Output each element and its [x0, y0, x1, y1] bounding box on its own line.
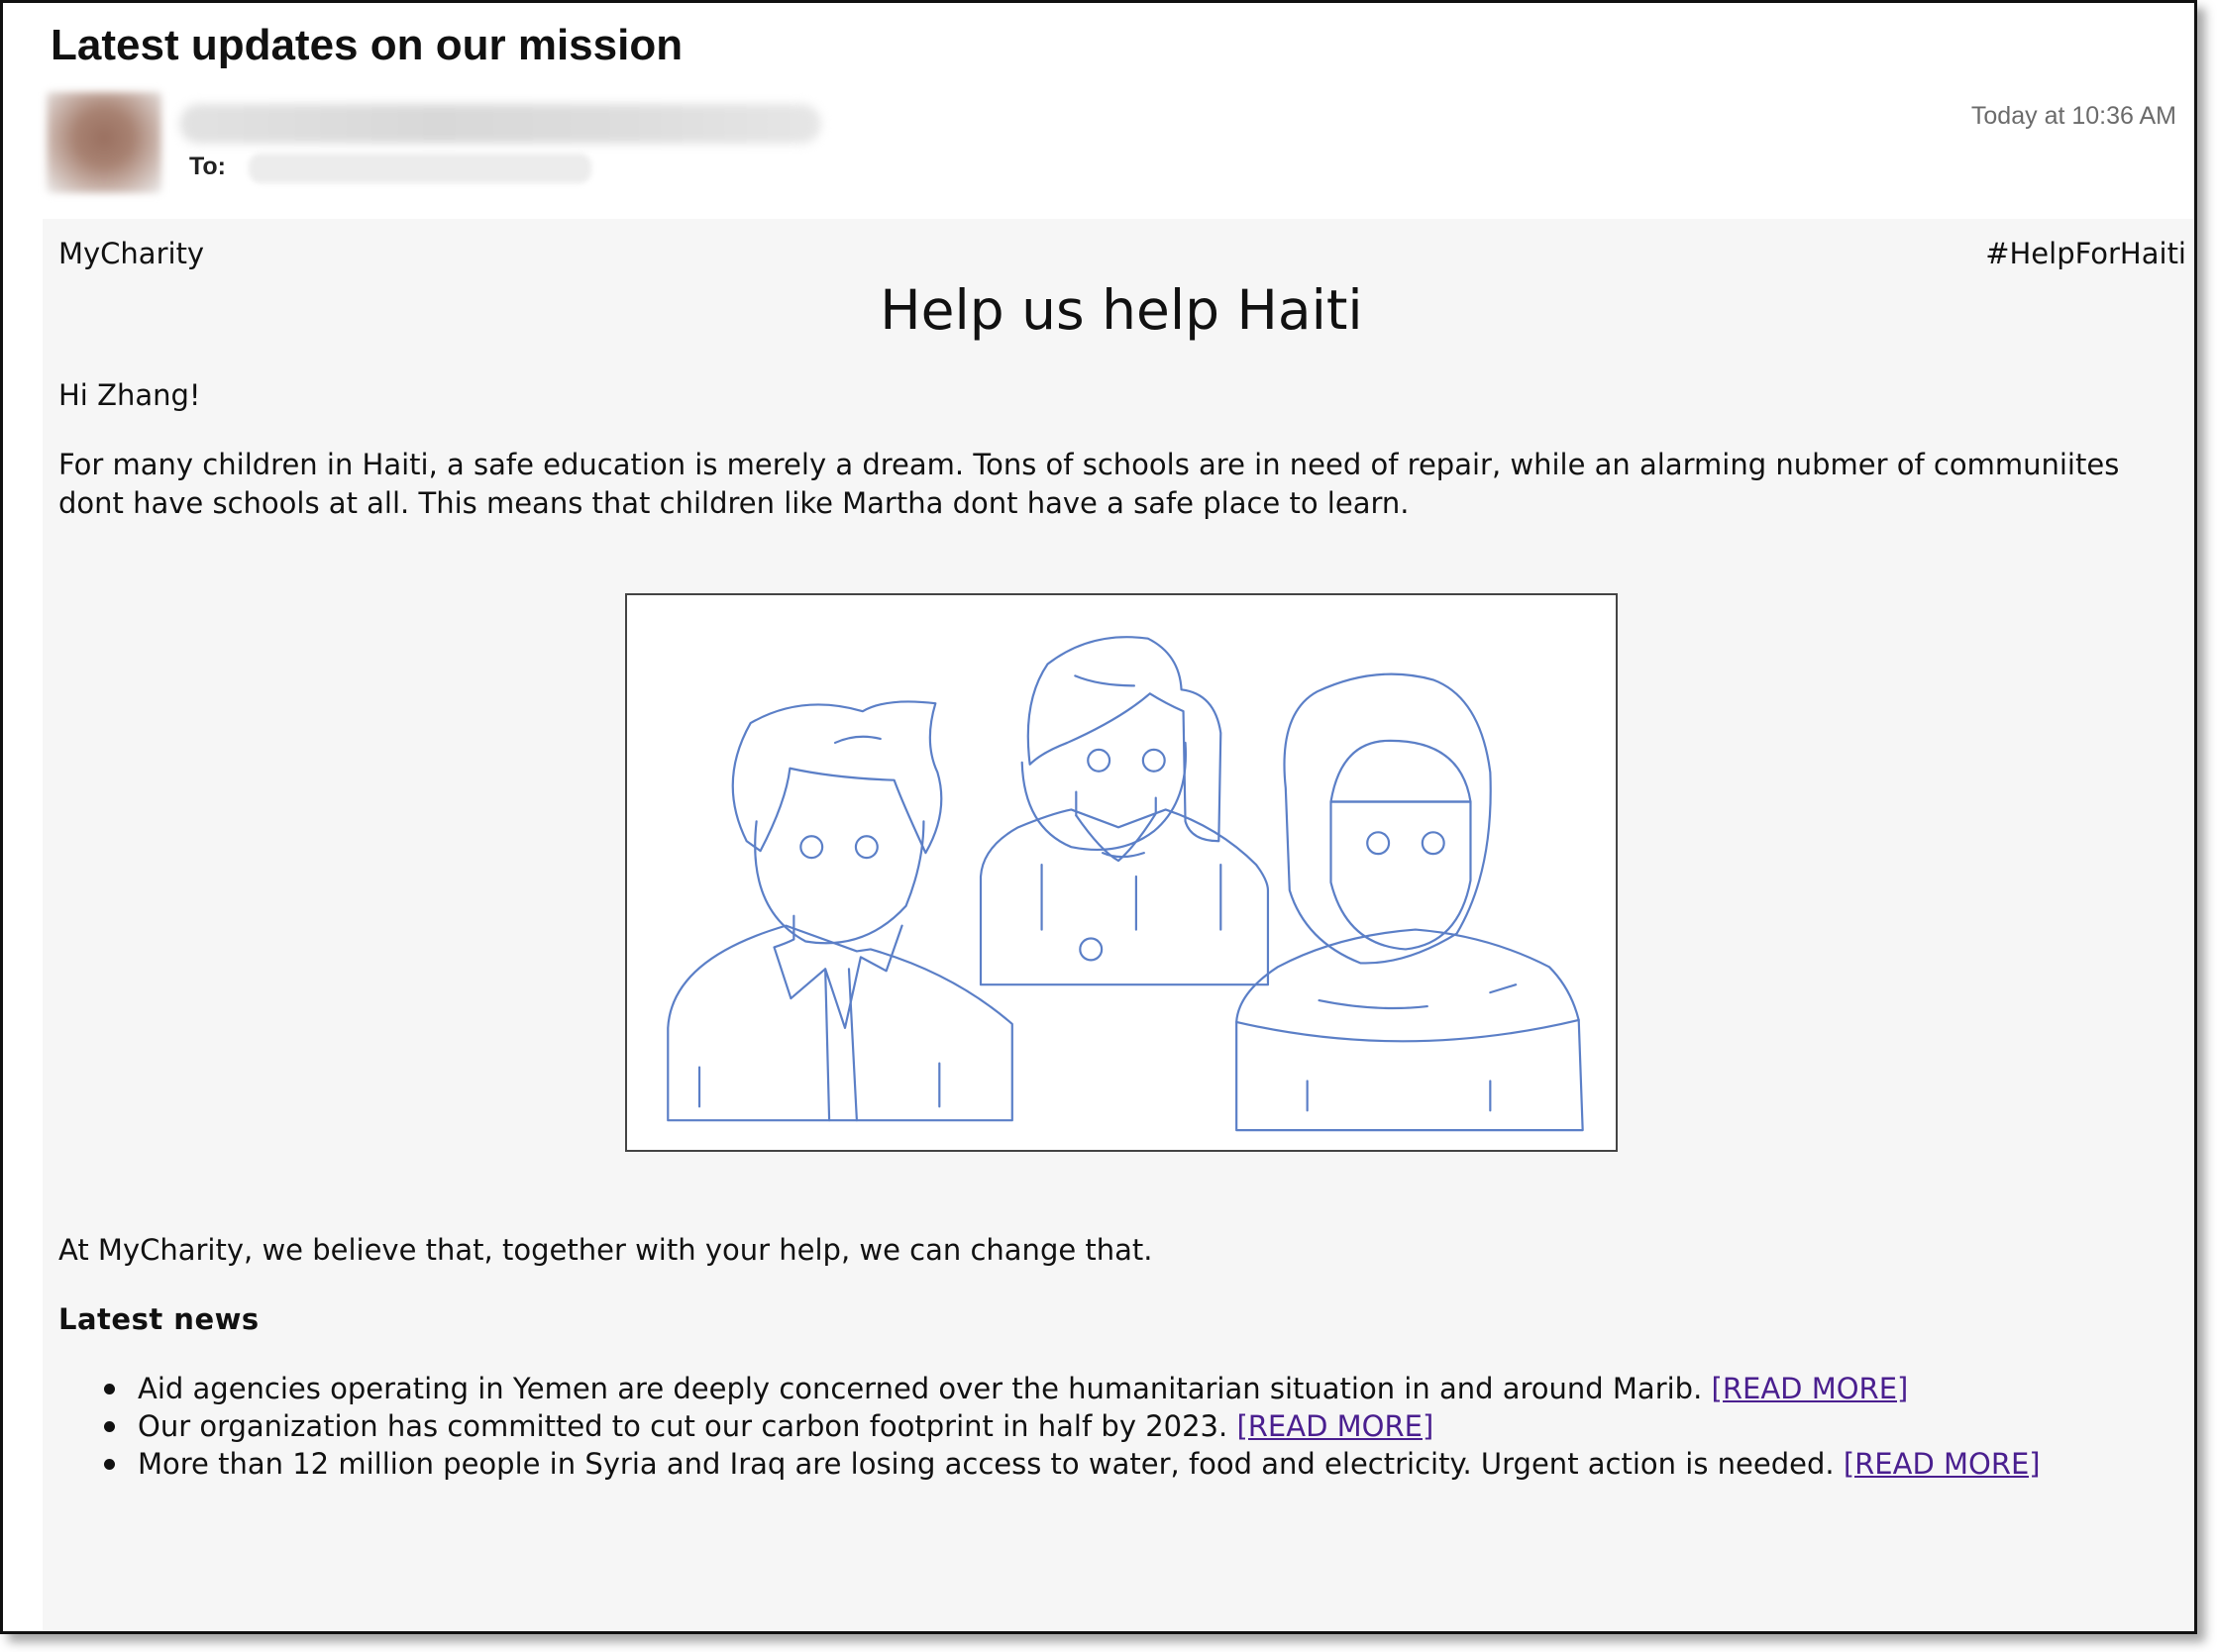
email-timestamp: Today at 10:36 AM [1970, 102, 2176, 130]
intro-paragraph: For many children in Haiti, a safe educa… [58, 448, 2120, 520]
recipient-label: To: [189, 153, 227, 180]
sender-name-redacted [179, 104, 821, 144]
news-item: More than 12 million people in Syria and… [58, 1445, 2178, 1483]
read-more-link[interactable]: [READ MORE] [1844, 1447, 2041, 1481]
news-list: Aid agencies operating in Yemen are deep… [58, 1370, 2178, 1483]
belief-statement: At MyCharity, we believe that, together … [58, 1233, 1153, 1267]
sender-avatar[interactable] [47, 92, 161, 193]
recipient-address-redacted [249, 154, 591, 183]
news-item-text: Our organization has committed to cut ou… [138, 1409, 1228, 1443]
bullet-icon [104, 1459, 115, 1470]
people-illustration-graphic [667, 636, 1584, 1132]
news-item: Our organization has committed to cut ou… [58, 1407, 2178, 1445]
message-body: MyCharity #HelpForHaiti Help us help Hai… [43, 219, 2194, 1631]
email-headline: Help us help Haiti [880, 278, 1363, 342]
brand-name: MyCharity [58, 237, 205, 270]
read-more-link[interactable]: [READ MORE] [1712, 1372, 1909, 1405]
email-subject: Latest updates on our mission [51, 21, 684, 69]
read-more-link[interactable]: [READ MORE] [1236, 1409, 1433, 1443]
greeting: Hi Zhang! [58, 378, 201, 412]
news-item-text: More than 12 million people in Syria and… [138, 1447, 1835, 1481]
news-item-text: Aid agencies operating in Yemen are deep… [138, 1372, 1703, 1405]
email-window: Latest updates on our mission To: Today … [0, 0, 2197, 1634]
news-heading: Latest news [58, 1302, 260, 1336]
bullet-icon [104, 1421, 115, 1432]
people-illustration [625, 593, 1618, 1152]
campaign-hashtag: #HelpForHaiti [1985, 237, 2186, 270]
news-item: Aid agencies operating in Yemen are deep… [58, 1370, 2178, 1407]
bullet-icon [104, 1384, 115, 1394]
